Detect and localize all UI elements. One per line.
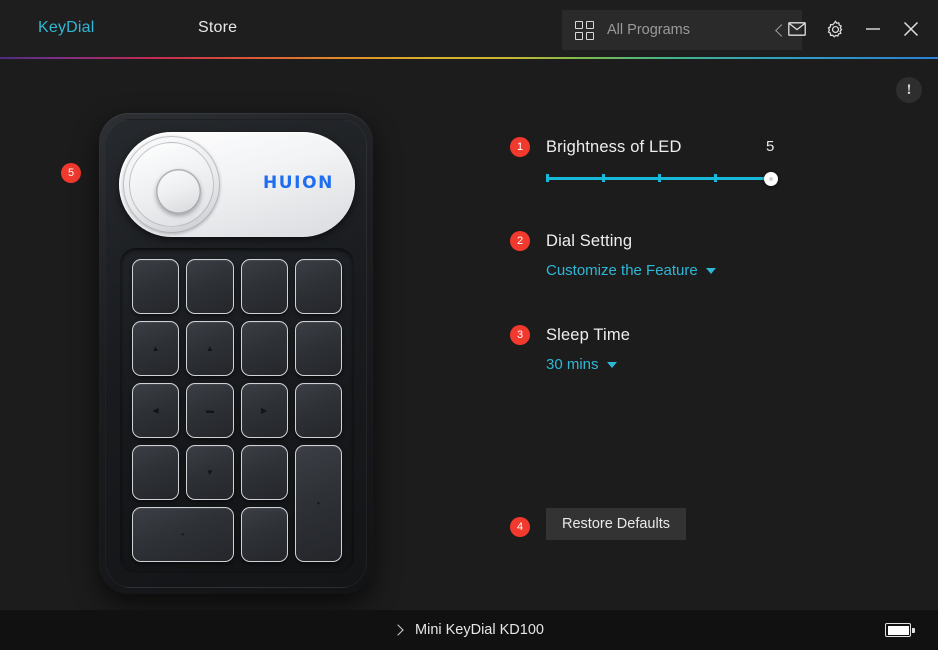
device-key[interactable] — [294, 321, 342, 376]
huion-logo: HUION — [262, 173, 334, 193]
window-controls — [786, 18, 922, 40]
key-glyph: • — [316, 498, 320, 508]
device-key[interactable] — [132, 445, 180, 500]
chevron-right-icon[interactable] — [392, 624, 404, 636]
device-key[interactable]: ▲ — [132, 321, 180, 376]
device-badge-5: 5 — [61, 163, 81, 183]
device-key-up[interactable]: ▲ — [186, 321, 234, 376]
arrow-down-icon: ▼ — [205, 467, 214, 477]
slider-tick — [658, 174, 661, 182]
app-header: KeyDial Store All Programs — [0, 0, 938, 58]
battery-full-icon — [885, 623, 915, 637]
dial-setting-value: Customize the Feature — [546, 262, 698, 279]
brightness-slider[interactable] — [546, 169, 778, 187]
dash-icon: ▬ — [205, 405, 214, 415]
key-well: ▲ ▲ ◀ ▬ ▶ ▼ • • — [120, 248, 354, 573]
dial-plate: HUION — [119, 132, 355, 237]
device-key[interactable] — [240, 321, 288, 376]
nav-item-store[interactable]: Store — [198, 19, 237, 37]
close-icon[interactable] — [900, 18, 922, 40]
all-programs-selector[interactable]: All Programs — [562, 10, 802, 50]
key-glyph: ▲ — [151, 343, 160, 353]
device-key[interactable] — [240, 507, 288, 562]
device-key[interactable] — [240, 259, 288, 314]
arrow-right-icon: ▶ — [261, 405, 268, 415]
gear-icon[interactable] — [824, 18, 846, 40]
setting-badge-4: 4 — [510, 517, 530, 537]
arrow-left-icon: ◀ — [152, 405, 159, 415]
dial-setting-label: Dial Setting — [546, 232, 633, 250]
app-brand-keydial[interactable]: KeyDial — [38, 19, 95, 37]
device-key[interactable] — [240, 445, 288, 500]
device-key[interactable] — [294, 259, 342, 314]
keydial-device-graphic: HUION ▲ ▲ ◀ ▬ ▶ ▼ • • — [99, 113, 373, 594]
dial-knob[interactable] — [156, 169, 201, 214]
settings-panel: 1 Brightness of LED 5 2 Dial Setting Cus… — [470, 59, 938, 610]
device-key-dash[interactable]: ▬ — [186, 383, 234, 438]
minimize-icon[interactable] — [862, 18, 884, 40]
brightness-value: 5 — [766, 138, 775, 155]
device-body-inner: HUION ▲ ▲ ◀ ▬ ▶ ▼ • • — [105, 119, 367, 588]
slider-thumb[interactable] — [764, 171, 778, 186]
device-key-left[interactable]: ◀ — [132, 383, 180, 438]
device-illustration-area: 5 HUION ▲ ▲ ◀ ▬ ▶ ▼ • • — [0, 59, 470, 610]
app-footer: Mini KeyDial KD100 — [0, 610, 938, 650]
device-key-tall[interactable]: • — [294, 445, 342, 562]
device-key-right[interactable]: ▶ — [240, 383, 288, 438]
device-key[interactable] — [132, 259, 180, 314]
dial-inner-ring — [129, 142, 214, 227]
chevron-down-icon — [606, 361, 617, 368]
main-content: ! 5 HUION ▲ ▲ ◀ ▬ ▶ ▼ • • 1 Brightness o… — [0, 59, 938, 610]
footer-device-selector[interactable]: Mini KeyDial KD100 — [369, 622, 569, 638]
all-programs-label: All Programs — [607, 22, 690, 38]
device-key-wide[interactable]: • — [132, 507, 234, 562]
restore-defaults-button[interactable]: Restore Defaults — [546, 508, 686, 540]
slider-tick — [714, 174, 717, 182]
footer-device-name: Mini KeyDial KD100 — [415, 622, 544, 638]
device-key[interactable] — [186, 259, 234, 314]
slider-tick — [602, 174, 605, 182]
sleep-time-label: Sleep Time — [546, 326, 631, 344]
sleep-time-dropdown[interactable]: 30 mins — [546, 356, 617, 373]
setting-badge-2: 2 — [510, 231, 530, 251]
device-key[interactable] — [294, 383, 342, 438]
key-grid: ▲ ▲ ◀ ▬ ▶ ▼ • • — [132, 259, 342, 562]
arrow-up-icon: ▲ — [205, 343, 214, 353]
key-glyph: • — [181, 529, 185, 539]
mail-icon[interactable] — [786, 18, 808, 40]
dial-setting-dropdown[interactable]: Customize the Feature — [546, 262, 716, 279]
dial-outer-ring[interactable] — [123, 136, 220, 233]
setting-badge-1: 1 — [510, 137, 530, 157]
keydial-app-window: KeyDial Store All Programs ! 5 HUION ▲ ▲… — [0, 0, 938, 650]
device-key-down[interactable]: ▼ — [186, 445, 234, 500]
slider-tick — [546, 174, 549, 182]
chevron-down-icon — [705, 267, 716, 274]
brightness-label: Brightness of LED — [546, 138, 682, 156]
grid-icon — [575, 20, 594, 40]
setting-badge-3: 3 — [510, 325, 530, 345]
sleep-time-value: 30 mins — [546, 356, 599, 373]
